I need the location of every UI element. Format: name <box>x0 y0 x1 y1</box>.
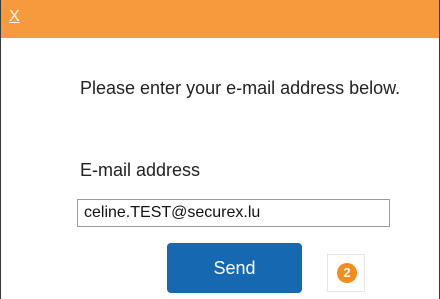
dialog-titlebar: X <box>1 0 439 38</box>
step-marker: 2 <box>327 254 365 292</box>
email-field[interactable] <box>77 199 390 227</box>
email-dialog: X Please enter your e-mail address below… <box>0 0 440 299</box>
email-field-label: E-mail address <box>80 160 201 180</box>
instructions-text: Please enter your e-mail address below. <box>80 78 401 98</box>
step-number-badge: 2 <box>337 263 357 283</box>
send-button[interactable]: Send <box>167 243 302 293</box>
close-icon[interactable]: X <box>9 8 20 26</box>
